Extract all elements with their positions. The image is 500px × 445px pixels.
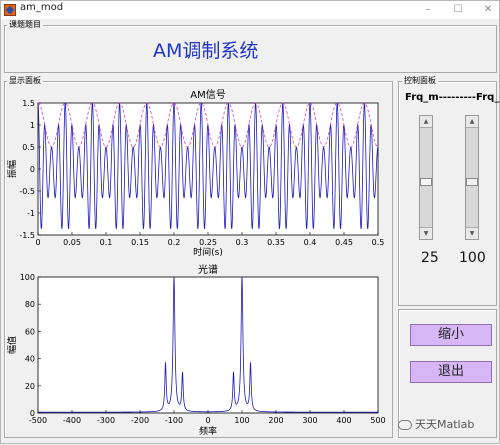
frq-m-slider-thumb[interactable] (420, 178, 432, 186)
close-icon[interactable]: ✕ (481, 3, 495, 17)
chart-spectrum-ylabel: 幅值 (6, 336, 18, 354)
chart-am-xtick-label: 0.15 (131, 238, 149, 247)
maximize-icon[interactable]: ☐ (451, 3, 465, 17)
chart-am-xtick-label: 0.4 (304, 238, 317, 247)
chart-am-xtick-label: 0.3 (236, 238, 249, 247)
chart-spectrum-xtick-label: 500 (370, 416, 385, 425)
chart-am-xtick-label: 0 (35, 238, 40, 247)
chart-spectrum-ytick-label: 0 (30, 409, 35, 418)
chart-am-ytick-label: 0.5 (22, 143, 35, 152)
title-bar: am_mod – ☐ ✕ (1, 1, 499, 19)
minimize-icon[interactable]: – (421, 3, 435, 17)
frq-c-value: 100 (459, 250, 486, 266)
slider-up-arrow-icon[interactable]: ▲ (420, 116, 432, 128)
chart-spectrum-xtick-label: -200 (131, 416, 149, 425)
wechat-icon (398, 420, 412, 430)
chart-spectrum-xtick-label: -300 (97, 416, 115, 425)
chart-am-xtick-label: 0.05 (63, 238, 81, 247)
chart-am-ytick-label: 0 (30, 165, 35, 174)
matlab-app-icon (4, 4, 16, 16)
chart-spectrum-ytick-label: 80 (25, 300, 35, 309)
chart-spectrum-ytick-label: 60 (25, 327, 35, 336)
chart-am-xtick-label: 0.5 (372, 238, 385, 247)
chart-am-title: AM信号 (190, 89, 225, 101)
chart-spectrum-xtick-label: 200 (268, 416, 283, 425)
control-panel-label: 控制面板 (402, 75, 438, 86)
frequency-label: Frq_m---------Frq_c (405, 92, 500, 103)
slider-down-arrow-icon[interactable]: ▼ (420, 227, 432, 239)
control-panel (398, 81, 497, 306)
frq-m-value: 25 (421, 250, 439, 266)
chart-spectrum-title: 光谱 (198, 263, 218, 276)
chart-am-ytick-label: -1 (27, 209, 35, 218)
shrink-button[interactable]: 缩小 (410, 324, 492, 346)
chart-spectrum-xtick-label: 0 (205, 416, 210, 425)
slider-down-arrow-icon[interactable]: ▼ (466, 227, 478, 239)
chart-spectrum-frame (38, 277, 378, 413)
chart-am-ytick-label: -1.5 (19, 231, 35, 240)
app-window: am_mod – ☐ ✕ 课题题目 AM调制系统 显示面板 控制面板 Frq_m… (0, 0, 500, 444)
frq-c-slider[interactable]: ▲ ▼ (465, 115, 479, 240)
chart-spectrum-ytick-label: 100 (20, 273, 35, 282)
title-panel-label: 课题题目 (7, 19, 43, 30)
chart-am-ytick-label: -0.5 (19, 187, 35, 196)
chart-am-xtick-label: 0.1 (100, 238, 113, 247)
watermark-text: 天天Matlab (415, 418, 474, 431)
chart-spectrum-xtick-label: -400 (63, 416, 81, 425)
chart-am-xtick-label: 0.25 (199, 238, 217, 247)
page-title: AM调制系统 (153, 36, 258, 63)
charts-area: AM信号 0 0.05 0.1 0.15 0.2 0.25 0.3 0.35 0.4 0.45 0.5… (1, 83, 393, 445)
chart-spectrum-xtick-label: -100 (165, 416, 183, 425)
chart-spectrum-xlabel: 频率 (199, 425, 217, 437)
chart-am-xlabel: 时间(s) (193, 246, 223, 258)
window-title: am_mod (20, 2, 63, 13)
chart-spectrum-xtick-label: 100 (234, 416, 249, 425)
chart-am-xtick-label: 0.2 (168, 238, 181, 247)
exit-button[interactable]: 退出 (410, 361, 492, 383)
chart-am-ytick-label: 1.5 (22, 99, 35, 108)
chart-spectrum-xtick-label: 300 (302, 416, 317, 425)
chart-am-frame (38, 103, 378, 235)
chart-spectrum-ytick-label: 40 (25, 355, 35, 364)
chart-am-xtick-label: 0.35 (267, 238, 285, 247)
chart-spectrum-xtick-label: 400 (336, 416, 351, 425)
frq-m-slider[interactable]: ▲ ▼ (419, 115, 433, 240)
chart-am-xtick-label: 0.45 (335, 238, 353, 247)
frq-c-slider-thumb[interactable] (466, 178, 478, 186)
chart-am-ytick-label: 1 (30, 121, 35, 130)
slider-up-arrow-icon[interactable]: ▲ (466, 116, 478, 128)
chart-spectrum-ytick-label: 20 (25, 382, 35, 391)
watermark: 天天Matlab (398, 416, 474, 432)
chart-am-ylabel: 振幅 (6, 160, 18, 178)
